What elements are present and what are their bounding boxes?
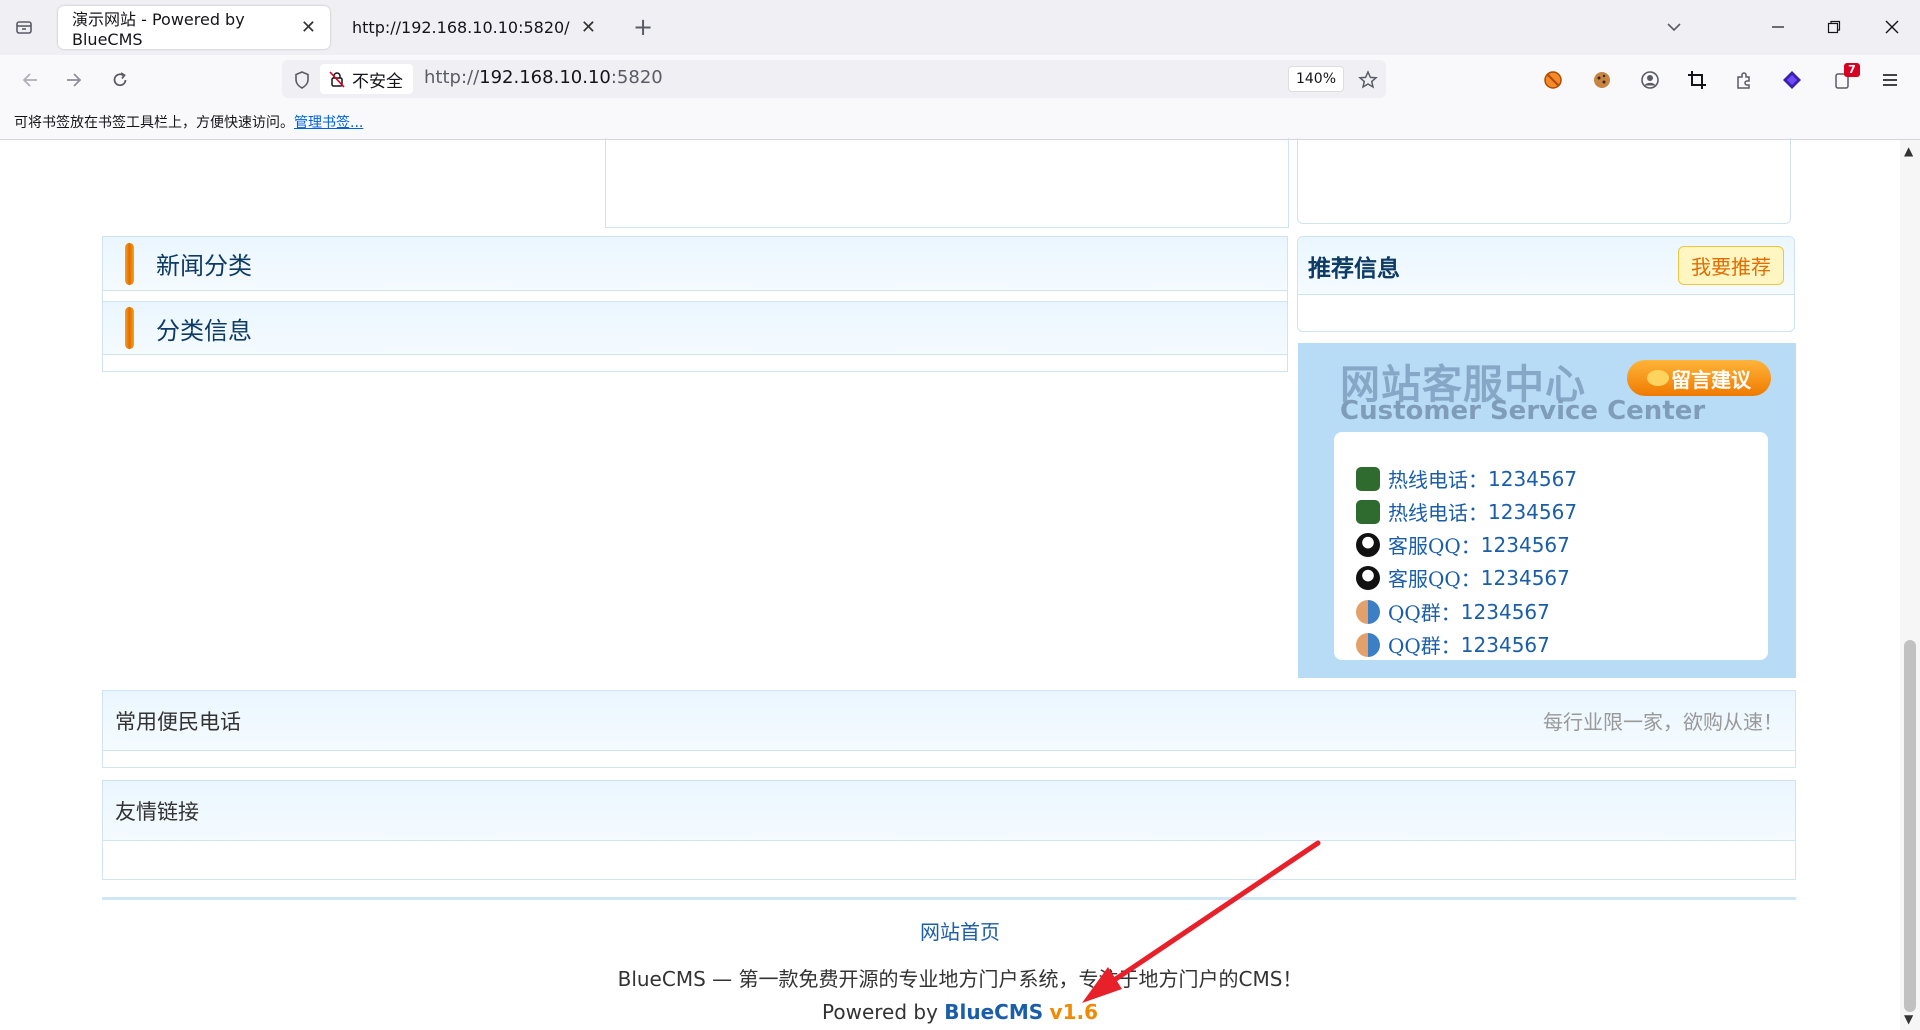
- phones-header: 常用便民电话 每行业限一家，欲购从速！: [103, 691, 1795, 751]
- close-window-icon[interactable]: [1878, 13, 1906, 41]
- phones-title: 常用便民电话: [115, 709, 241, 734]
- feedback-button[interactable]: 留言建议: [1627, 360, 1771, 396]
- broken-lock-icon: [328, 70, 346, 88]
- links-title: 友情链接: [115, 799, 199, 824]
- zoom-level-button[interactable]: 140%: [1288, 66, 1344, 92]
- orange-bar-icon: [125, 242, 134, 285]
- url-host: 192.168.10.10: [479, 67, 611, 88]
- cs-item: QQ群： 1234567: [1356, 597, 1550, 626]
- content-box-top: [605, 138, 1289, 228]
- menu-icon[interactable]: [1876, 66, 1904, 94]
- cs-item: 热线电话： 1234567: [1356, 497, 1577, 526]
- powered-brand[interactable]: BlueCMS: [944, 1000, 1043, 1024]
- classified-header[interactable]: 分类信息: [103, 301, 1287, 355]
- phones-panel: 常用便民电话 每行业限一家，欲购从速！: [102, 690, 1796, 768]
- minimize-icon[interactable]: [1764, 13, 1792, 41]
- url-port: :5820: [610, 67, 663, 88]
- reload-icon[interactable]: [106, 66, 134, 94]
- qq-group-icon: [1356, 632, 1380, 657]
- home-link[interactable]: 网站首页: [920, 920, 1000, 944]
- crop-icon[interactable]: [1683, 66, 1711, 94]
- cs-item-value[interactable]: 1234567: [1461, 633, 1550, 657]
- extension-blocker-icon[interactable]: [1539, 66, 1567, 94]
- chevron-down-icon[interactable]: [1660, 13, 1688, 41]
- red-arrow-annotation: [1082, 840, 1321, 1003]
- recommend-button[interactable]: 我要推荐: [1678, 246, 1784, 285]
- bookmarks-hint: 可将书签放在书签工具栏上，方便快速访问。: [14, 115, 294, 131]
- restore-icon[interactable]: [1820, 13, 1848, 41]
- new-tab-icon[interactable]: +: [629, 13, 657, 41]
- proton-extension-icon[interactable]: [1778, 66, 1806, 94]
- cs-subtitle: Customer Service Center: [1340, 396, 1706, 426]
- footer-powered: Powered by BlueCMS v1.6: [0, 1000, 1920, 1024]
- cs-item-label: 热线电话：: [1388, 468, 1488, 492]
- news-category-header[interactable]: 新闻分类: [103, 237, 1287, 291]
- shield-icon[interactable]: [288, 66, 316, 94]
- classified-title[interactable]: 分类信息: [156, 311, 252, 346]
- qq-penguin-icon: [1356, 565, 1380, 590]
- scrollbar-thumb[interactable]: [1904, 640, 1916, 1012]
- cs-item-label: 客服QQ：: [1388, 567, 1481, 591]
- tab-second[interactable]: http://192.168.10.10:5820/ ✕: [338, 6, 610, 49]
- cs-item: 客服QQ： 1234567: [1356, 563, 1570, 592]
- speech-bubble-icon: [1647, 370, 1669, 386]
- tab-title: http://192.168.10.10:5820/: [352, 18, 570, 37]
- forward-icon[interactable]: [60, 66, 88, 94]
- manage-bookmarks-link[interactable]: 管理书签...: [294, 112, 363, 132]
- puzzle-extensions-icon[interactable]: [1730, 66, 1758, 94]
- cs-item-label: 热线电话：: [1388, 501, 1488, 525]
- not-secure-label: 不安全: [352, 71, 403, 92]
- recommend-header: 推荐信息 我要推荐: [1298, 237, 1794, 295]
- links-header: 友情链接: [103, 781, 1795, 841]
- cs-item-label: QQ群：: [1388, 634, 1461, 658]
- bookmark-star-icon[interactable]: [1354, 66, 1382, 94]
- tab-list-icon[interactable]: [10, 13, 38, 41]
- tab-active[interactable]: 演示网站 - Powered by BlueCMS ✕: [58, 6, 330, 49]
- url-scheme: http://: [424, 67, 480, 88]
- cs-item-label: QQ群：: [1388, 601, 1461, 625]
- account-icon[interactable]: [1636, 66, 1664, 94]
- footer-divider: [102, 897, 1796, 900]
- close-tab-icon[interactable]: ✕: [581, 17, 596, 38]
- footer-tagline: BlueCMS — 第一款免费开源的专业地方门户系统，专注于地方门户的CMS！: [0, 963, 1920, 992]
- cs-item: 客服QQ： 1234567: [1356, 530, 1570, 559]
- extension-badge: 7: [1844, 63, 1860, 77]
- sidebar-box-top: [1297, 138, 1791, 224]
- cookie-icon[interactable]: [1588, 66, 1616, 94]
- orange-bar-icon: [125, 307, 134, 349]
- phone-icon: [1356, 466, 1380, 491]
- phones-slogan: 每行业限一家，欲购从速！: [1543, 710, 1783, 734]
- url-text[interactable]: http://192.168.10.10:5820: [424, 67, 663, 88]
- bookmarks-toolbar: 可将书签放在书签工具栏上，方便快速访问。 管理书签...: [0, 105, 1920, 140]
- cs-item-value[interactable]: 1234567: [1488, 500, 1577, 524]
- scroll-down-icon[interactable]: ▼: [1904, 1012, 1913, 1026]
- cs-item-value[interactable]: 1234567: [1461, 600, 1550, 624]
- recommend-panel: 推荐信息 我要推荐: [1297, 236, 1795, 332]
- close-tab-icon[interactable]: ✕: [301, 17, 316, 38]
- not-secure-badge[interactable]: 不安全: [320, 64, 413, 94]
- back-icon[interactable]: [16, 66, 44, 94]
- cs-item-label: 客服QQ：: [1388, 534, 1481, 558]
- phone-icon: [1356, 499, 1380, 524]
- links-panel: 友情链接: [102, 780, 1796, 880]
- qq-group-icon: [1356, 599, 1380, 624]
- news-category-title[interactable]: 新闻分类: [156, 246, 252, 281]
- feedback-label: 留言建议: [1671, 367, 1751, 392]
- footer-home-link-row: 网站首页: [0, 916, 1920, 945]
- tab-title: 演示网站 - Powered by BlueCMS: [72, 10, 245, 49]
- recommend-title: 推荐信息: [1308, 254, 1400, 282]
- cs-item-value[interactable]: 1234567: [1481, 566, 1570, 590]
- category-panel: 新闻分类 分类信息: [102, 236, 1288, 372]
- cs-item: QQ群： 1234567: [1356, 630, 1550, 659]
- scroll-up-icon[interactable]: ▲: [1904, 144, 1913, 158]
- qq-penguin-icon: [1356, 532, 1380, 557]
- powered-prefix: Powered by: [822, 1000, 945, 1024]
- cs-item: 热线电话： 1234567: [1356, 464, 1577, 493]
- cs-item-value[interactable]: 1234567: [1481, 533, 1570, 557]
- cs-item-value[interactable]: 1234567: [1488, 467, 1577, 491]
